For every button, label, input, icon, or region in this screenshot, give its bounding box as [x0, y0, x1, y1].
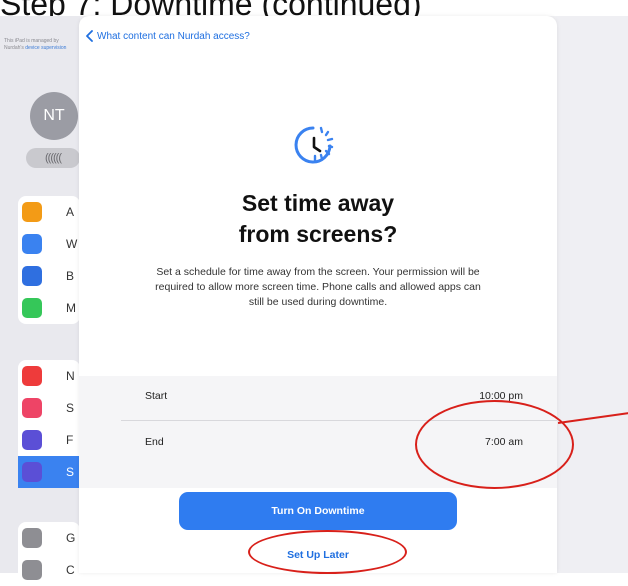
hourglass-icon — [22, 462, 42, 482]
back-button[interactable]: What content can Nurdah access? — [85, 30, 250, 42]
sidebar-item-wifi[interactable]: W — [18, 228, 80, 260]
supervision-link[interactable]: device supervision — [25, 45, 66, 51]
supervision-note: This iPad is managed by Nurdah's device … — [4, 38, 67, 51]
sheet-title: Set time away from screens? — [238, 190, 398, 247]
settings-group-2: N S F S — [18, 360, 80, 488]
bluetooth-icon — [22, 266, 42, 286]
sidebar-item-notifications[interactable]: N — [18, 360, 80, 392]
downtime-clock-icon — [294, 126, 334, 164]
sidebar-item-general[interactable]: G — [18, 522, 80, 554]
sidebar-item-airplane[interactable]: A — [18, 196, 80, 228]
downtime-sheet: What content can Nurdah access? Set time… — [79, 16, 557, 573]
end-time-highlight-oval — [415, 400, 574, 489]
sidebar-item-bluetooth[interactable]: B — [18, 260, 80, 292]
set-up-later-highlight-oval — [248, 530, 407, 574]
sidebar-item-mobile[interactable]: M — [18, 292, 80, 324]
account-pill[interactable]: (((((( — [26, 148, 80, 168]
avatar[interactable]: NT — [30, 92, 78, 140]
turn-on-downtime-button[interactable]: Turn On Downtime — [179, 492, 457, 530]
focus-icon — [22, 430, 42, 450]
control-centre-icon — [22, 560, 42, 580]
sidebar-item-control-centre[interactable]: C — [18, 554, 80, 586]
settings-group-1: A W B M — [18, 196, 80, 324]
sheet-description: Set a schedule for time away from the sc… — [155, 266, 481, 308]
back-button-label: What content can Nurdah access? — [97, 30, 250, 42]
chevron-left-icon — [86, 30, 93, 42]
sounds-icon — [22, 398, 42, 418]
airplane-icon — [22, 202, 42, 222]
cellular-icon — [22, 298, 42, 318]
sidebar-item-sounds[interactable]: S — [18, 392, 80, 424]
settings-detail-background — [556, 16, 628, 573]
gear-icon — [22, 528, 42, 548]
end-label: End — [145, 436, 164, 448]
sidebar-item-screen-time[interactable]: S — [18, 456, 80, 488]
sidebar-item-focus[interactable]: F — [18, 424, 80, 456]
start-label: Start — [145, 390, 168, 402]
notifications-icon — [22, 366, 42, 386]
settings-group-3: G C — [18, 522, 80, 586]
wifi-icon — [22, 234, 42, 254]
